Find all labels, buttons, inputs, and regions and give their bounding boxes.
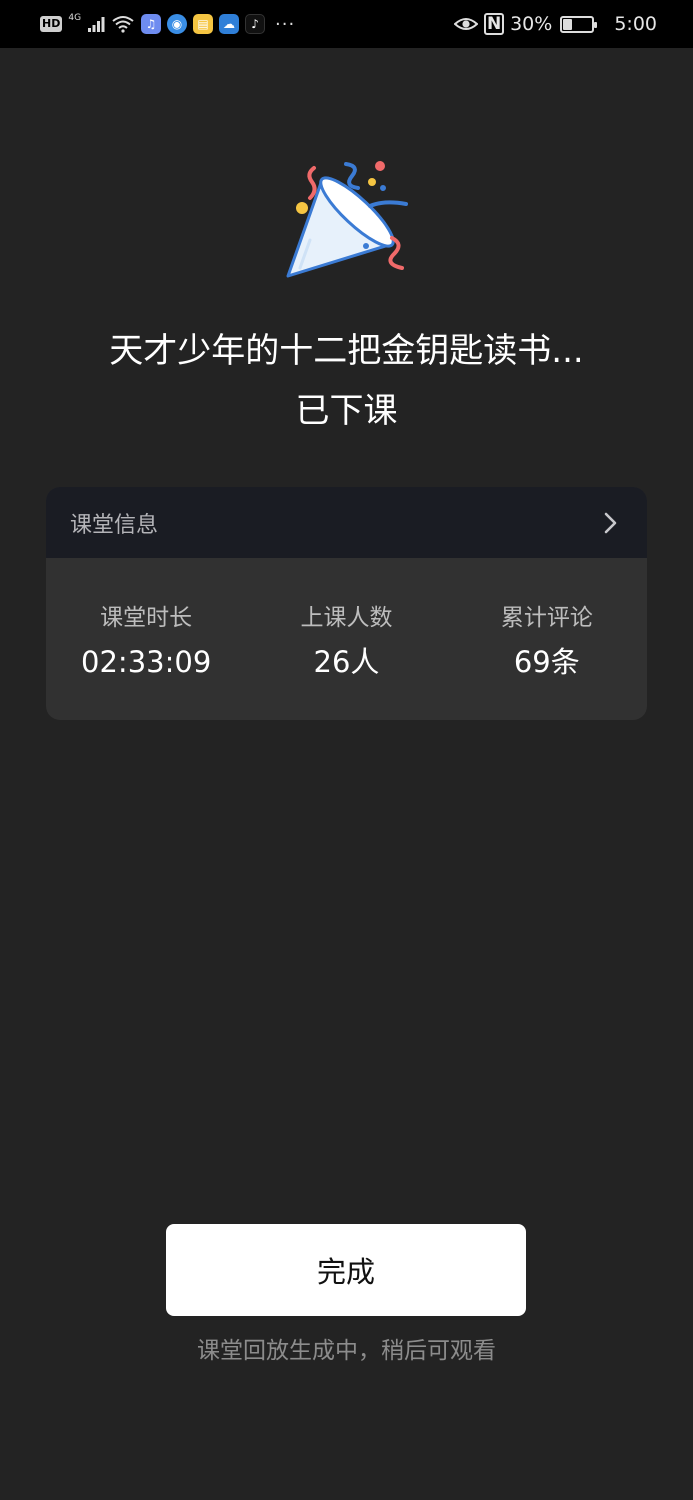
cloud-app-icon: ☁: [219, 14, 240, 34]
more-notifications-icon: ···: [275, 13, 296, 35]
status-bar-right: N 30% 5:00: [454, 13, 657, 35]
battery-percent: 30%: [510, 13, 553, 35]
done-button[interactable]: 完成: [166, 1224, 526, 1316]
wifi-icon: [112, 16, 134, 33]
replay-hint: 课堂回放生成中，稍后可观看: [197, 1338, 496, 1364]
class-info-card: 课堂信息 课堂时长 02:33:09 上课人数 26人 累计评论 69条: [46, 487, 647, 720]
network-type: 4G: [68, 12, 82, 23]
stat-value: 02:33:09: [81, 645, 212, 679]
party-popper-icon: [286, 161, 408, 278]
clock: 5:00: [614, 13, 657, 35]
stat-comments: 累计评论 69条: [447, 602, 647, 720]
music-app-icon: ♫: [141, 14, 162, 34]
course-title: 天才少年的十二把金钥匙读书...: [109, 331, 584, 371]
chevron-right-icon: [604, 512, 617, 533]
stat-attendees: 上课人数 26人: [246, 602, 446, 720]
class-stats: 课堂时长 02:33:09 上课人数 26人 累计评论 69条: [46, 558, 647, 720]
stat-label: 累计评论: [500, 605, 593, 631]
stat-value: 26人: [313, 645, 380, 679]
class-info-label: 课堂信息: [70, 512, 159, 538]
signal-icon: [88, 17, 105, 32]
battery-icon: [560, 15, 598, 33]
stat-label: 课堂时长: [100, 605, 193, 631]
notes-app-icon: ▤: [193, 14, 214, 34]
browser-app-icon: ◉: [167, 14, 188, 34]
stat-value: 69条: [513, 645, 580, 679]
nfc-icon: N: [484, 13, 505, 35]
stat-label: 上课人数: [300, 605, 393, 631]
status-bar-left: HD 4G ♫ ◉ ▤ ☁ ♪ ···: [40, 12, 296, 35]
stat-duration: 课堂时长 02:33:09: [46, 602, 246, 720]
hd-icon: HD: [40, 16, 63, 32]
battery-level: [563, 18, 573, 30]
class-status: 已下课: [295, 391, 398, 431]
eye-comfort-icon: [454, 18, 479, 30]
status-bar: HD 4G ♫ ◉ ▤ ☁ ♪ ··· N 30% 5:00: [0, 0, 693, 48]
tiktok-icon: ♪: [245, 14, 266, 34]
class-info-header[interactable]: 课堂信息: [46, 487, 647, 558]
